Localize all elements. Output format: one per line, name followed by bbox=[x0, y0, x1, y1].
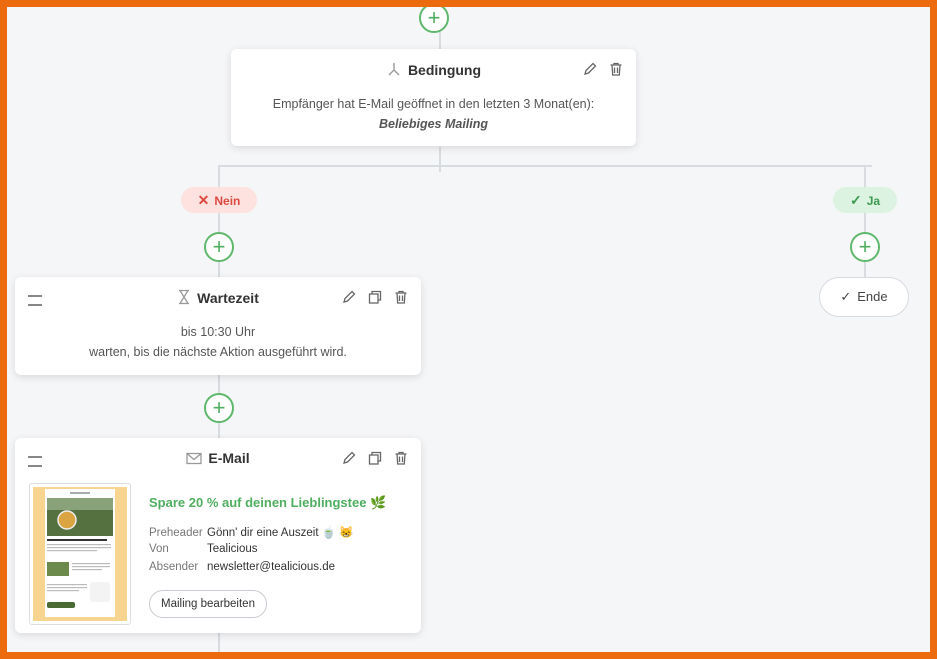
workflow-canvas: + Bedingung Empfänger hat E-Mail geöffne… bbox=[0, 0, 937, 659]
check-icon: ✓ bbox=[840, 289, 852, 304]
branch-icon bbox=[386, 61, 402, 80]
pencil-icon[interactable] bbox=[582, 61, 598, 77]
condition-card[interactable]: Bedingung Empfänger hat E-Mail geöffnet … bbox=[231, 49, 636, 146]
connector-no-branch bbox=[218, 165, 220, 285]
copy-icon[interactable] bbox=[367, 450, 383, 466]
wait-line2: warten, bis die nächste Aktion ausgeführ… bbox=[89, 345, 347, 359]
x-icon: ✕ bbox=[197, 192, 210, 208]
condition-description: Empfänger hat E-Mail geöffnet in den let… bbox=[231, 94, 636, 134]
preheader-row: Preheader Gönn' dir eine Auszeit 🍵 😸 bbox=[149, 525, 354, 539]
end-node[interactable]: ✓ Ende bbox=[819, 277, 909, 317]
from-row: Von Tealicious bbox=[149, 543, 258, 555]
copy-icon[interactable] bbox=[367, 289, 383, 305]
end-label: Ende bbox=[857, 289, 888, 304]
mailing-preview-thumbnail[interactable] bbox=[29, 483, 131, 625]
wait-title: Wartezeit bbox=[197, 290, 259, 306]
branch-no-label: Nein bbox=[214, 194, 241, 208]
trash-icon[interactable] bbox=[393, 450, 409, 466]
sender-row: Absender newsletter@tealicious.de bbox=[149, 561, 335, 573]
add-step-top-button[interactable]: + bbox=[419, 7, 449, 33]
email-title: E-Mail bbox=[208, 450, 250, 466]
connector-yes-branch bbox=[864, 165, 866, 285]
sender-label: Absender bbox=[149, 561, 199, 573]
trash-icon[interactable] bbox=[608, 61, 624, 77]
branch-yes-badge: ✓ Ja bbox=[833, 187, 897, 213]
condition-header: Bedingung bbox=[231, 61, 636, 80]
condition-mailing-name: Beliebiges Mailing bbox=[378, 117, 489, 131]
email-actions bbox=[341, 450, 409, 466]
wait-line1: bis 10:30 Uhr bbox=[180, 325, 256, 339]
wait-description: bis 10:30 Uhr warten, bis die nächste Ak… bbox=[15, 322, 421, 362]
branch-no-badge: ✕ Nein bbox=[181, 187, 257, 213]
branch-yes-label: Ja bbox=[866, 194, 881, 208]
preheader-value: Gönn' dir eine Auszeit 🍵 😸 bbox=[207, 527, 354, 539]
condition-line1: Empfänger hat E-Mail geöffnet in den let… bbox=[272, 97, 595, 111]
wait-card[interactable]: Wartezeit bis 10:30 Uhr warten, bis die … bbox=[15, 277, 421, 375]
add-step-after-wait-button[interactable]: + bbox=[204, 393, 234, 423]
email-card[interactable]: E-Mail Spare 20 % auf deinen Lieblingste… bbox=[15, 438, 421, 633]
preheader-label: Preheader bbox=[149, 527, 203, 539]
add-step-no-branch-button[interactable]: + bbox=[204, 232, 234, 262]
envelope-icon bbox=[186, 452, 203, 468]
pencil-icon[interactable] bbox=[341, 450, 357, 466]
wait-actions bbox=[341, 289, 409, 305]
hourglass-icon bbox=[177, 289, 191, 308]
connector-branch-horizontal bbox=[218, 165, 872, 167]
from-label: Von bbox=[149, 543, 169, 555]
connector-email-down bbox=[218, 632, 220, 652]
trash-icon[interactable] bbox=[393, 289, 409, 305]
condition-actions bbox=[582, 61, 624, 77]
add-step-yes-branch-button[interactable]: + bbox=[850, 232, 880, 262]
check-icon: ✓ bbox=[849, 192, 862, 208]
edit-mailing-button[interactable]: Mailing bearbeiten bbox=[149, 590, 267, 618]
pencil-icon[interactable] bbox=[341, 289, 357, 305]
connector-condition-down bbox=[439, 147, 441, 172]
email-subject: Spare 20 % auf deinen Lieblingstee 🌿 bbox=[149, 495, 387, 510]
condition-title: Bedingung bbox=[407, 62, 482, 78]
from-value: Tealicious bbox=[207, 543, 258, 555]
sender-value: newsletter@tealicious.de bbox=[207, 561, 336, 573]
